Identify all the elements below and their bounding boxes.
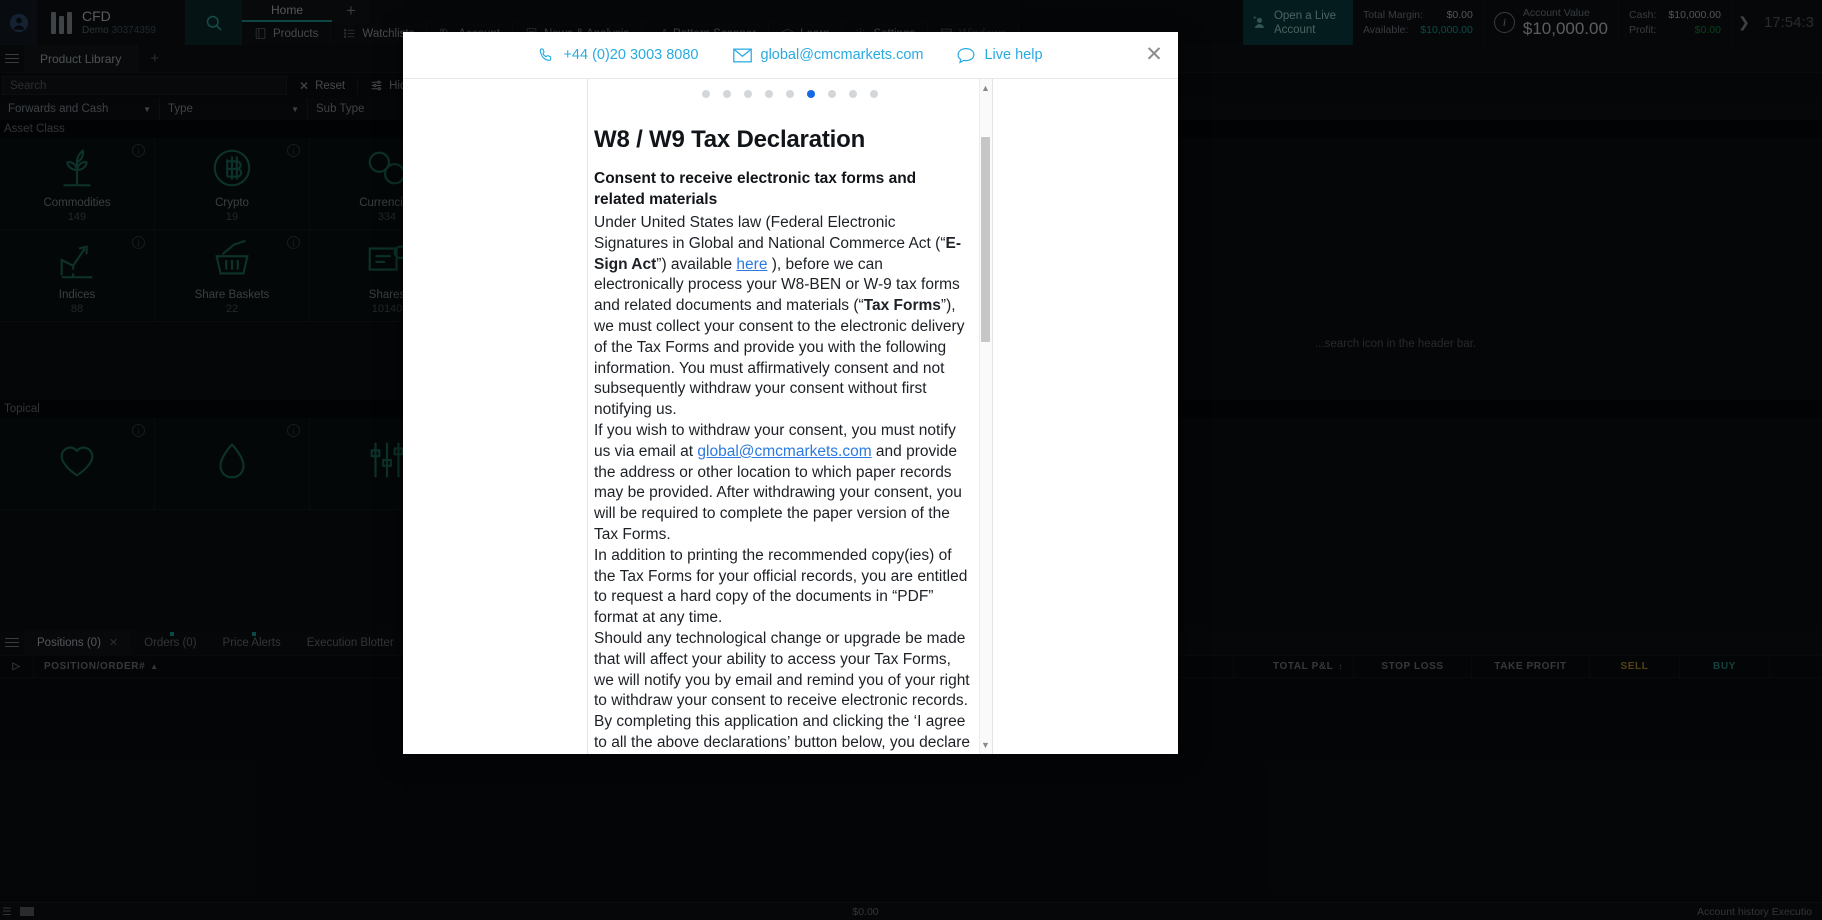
modal-header: +44 (0)20 3003 8080 global@cmcmarkets.co… <box>403 32 1178 79</box>
pagination-dot-2[interactable] <box>723 90 731 98</box>
pagination-dot-6[interactable] <box>807 90 815 98</box>
pagination-dot-8[interactable] <box>849 90 857 98</box>
paragraph-3: In addition to printing the recommended … <box>594 546 968 627</box>
phone-contact[interactable]: +44 (0)20 3003 8080 <box>538 47 699 63</box>
tax-declaration-modal: +44 (0)20 3003 8080 global@cmcmarkets.co… <box>403 32 1178 754</box>
p1-part-f: ”), we must collect your consent to the … <box>594 297 965 419</box>
email-contact[interactable]: global@cmcmarkets.com <box>732 47 924 63</box>
scroll-down-icon[interactable]: ▼ <box>981 740 990 750</box>
close-icon[interactable]: ✕ <box>1144 44 1164 65</box>
p1-part-c: ”) available <box>656 255 737 273</box>
tax-declaration-document: W8 / W9 Tax Declaration Consent to recei… <box>588 126 992 754</box>
live-help-label: Live help <box>984 47 1043 63</box>
p1-part-a: Under United States law (Federal Electro… <box>594 214 946 252</box>
pagination-dot-3[interactable] <box>744 90 752 98</box>
modal-right-gutter <box>992 79 1178 754</box>
paragraph-5: By completing this application and click… <box>594 713 970 751</box>
paragraph-4: Should any technological change or upgra… <box>594 629 970 710</box>
scrollbar-thumb[interactable] <box>981 137 990 342</box>
phone-icon <box>540 48 552 61</box>
live-help-contact[interactable]: Live help <box>957 47 1043 64</box>
email-address: global@cmcmarkets.com <box>760 47 924 63</box>
mail-icon <box>732 48 752 62</box>
modal-content-area: W8 / W9 Tax Declaration Consent to recei… <box>588 79 992 754</box>
pagination-dot-1[interactable] <box>702 90 710 98</box>
chat-icon <box>958 47 975 64</box>
phone-number: +44 (0)20 3003 8080 <box>563 47 699 63</box>
email-link[interactable]: global@cmcmarkets.com <box>697 443 871 460</box>
esign-act-link[interactable]: here <box>736 256 767 273</box>
pagination-dot-9[interactable] <box>870 90 878 98</box>
modal-body: W8 / W9 Tax Declaration Consent to recei… <box>403 79 1178 754</box>
pagination-dot-5[interactable] <box>786 90 794 98</box>
page-title: W8 / W9 Tax Declaration <box>594 126 866 153</box>
document-subtitle: Consent to receive electronic tax forms … <box>594 170 917 208</box>
term-tax-forms: Tax Forms <box>863 297 941 315</box>
paragraph-1: Under United States law (Federal Electro… <box>594 213 970 421</box>
scroll-up-icon[interactable]: ▲ <box>981 83 990 93</box>
paragraph-2: If you wish to withdraw your consent, yo… <box>594 421 970 546</box>
pagination-dot-7[interactable] <box>828 90 836 98</box>
document-scrollbar[interactable]: ▲ ▼ <box>979 79 992 754</box>
step-pagination-dots[interactable] <box>588 79 992 106</box>
pagination-dot-4[interactable] <box>765 90 773 98</box>
modal-left-gutter <box>403 79 588 754</box>
